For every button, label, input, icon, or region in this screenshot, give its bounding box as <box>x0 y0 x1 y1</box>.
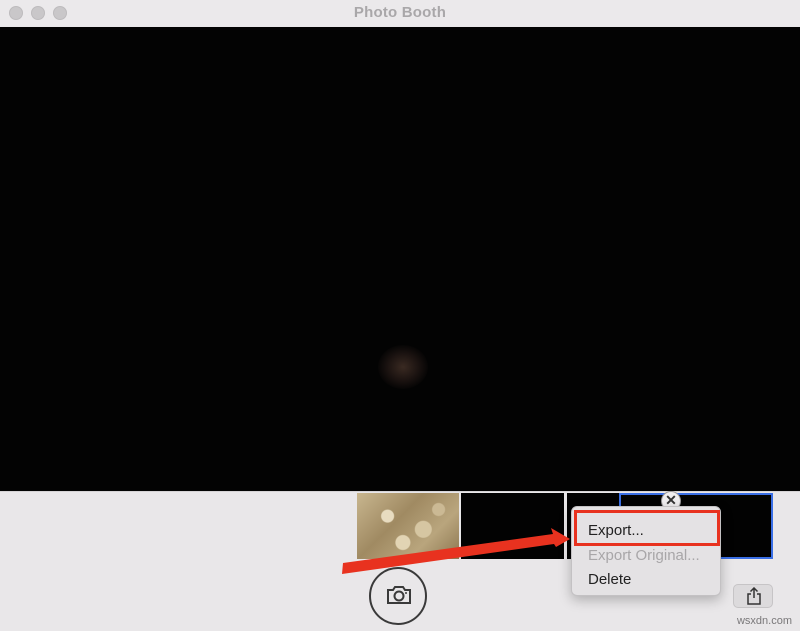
menu-item-export-original: Export Original... <box>588 547 700 564</box>
menu-item-delete[interactable]: Delete <box>588 571 631 588</box>
camera-preview <box>0 27 800 491</box>
window-title: Photo Booth <box>353 4 447 21</box>
share-icon <box>747 587 761 605</box>
photo-thumbnail-1[interactable] <box>357 493 459 559</box>
take-photo-button[interactable] <box>369 567 427 625</box>
title-bar: Photo Booth <box>0 0 800 26</box>
watermark: wsxdn.com <box>736 615 792 627</box>
export-highlight-annotation <box>574 510 720 546</box>
preview-highlight <box>378 345 428 389</box>
share-button[interactable] <box>733 584 773 608</box>
camera-icon <box>387 586 411 604</box>
photo-booth-window: Photo Booth ✕ Export... Export Original.… <box>0 0 800 631</box>
photo-thumbnail-2[interactable] <box>461 493 564 559</box>
